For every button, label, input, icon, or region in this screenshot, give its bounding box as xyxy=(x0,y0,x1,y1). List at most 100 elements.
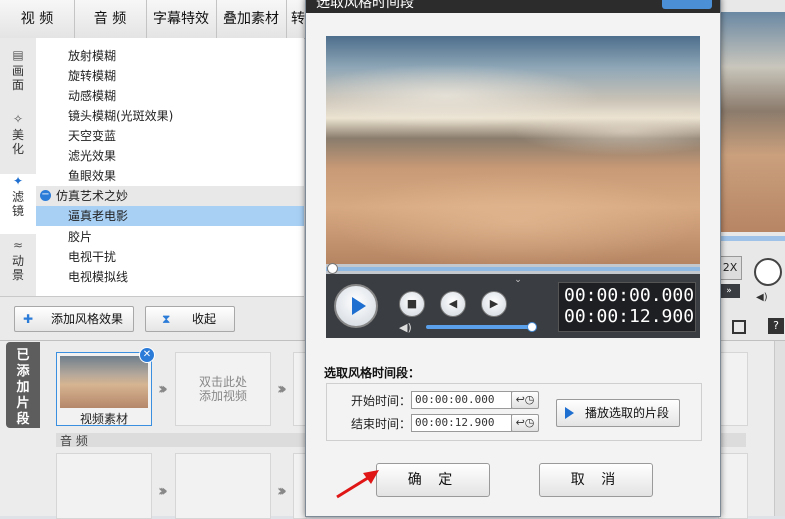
tab-subtitle-effects[interactable]: 字幕特效 xyxy=(146,0,217,38)
effect-item[interactable]: 动感模糊 xyxy=(68,86,116,106)
effect-item[interactable]: 旋转模糊 xyxy=(68,66,116,86)
play-button[interactable] xyxy=(334,284,378,328)
video-progress-bar[interactable]: ⌄ xyxy=(326,263,700,285)
add-wand-icon: ✚ xyxy=(23,312,34,326)
clock-icon: ↩◷ xyxy=(515,393,535,406)
audio-slot[interactable] xyxy=(56,453,152,519)
effect-item[interactable]: 放射模糊 xyxy=(68,46,116,66)
picture-icon: ▤ xyxy=(12,48,24,62)
tab-picture-label: 画面 xyxy=(11,64,24,92)
time-range-group: 开始时间： 00:00:00.000 ↩◷ 结束时间： 00:00:12.900… xyxy=(326,383,702,441)
tab-beautify-label: 美化 xyxy=(11,128,24,156)
right-panel-background: 2X » ◀) ? xyxy=(718,0,785,340)
preview-thumbnail xyxy=(720,12,785,232)
fast-forward-icon[interactable]: » xyxy=(718,284,740,298)
added-clips-tab: 已添加片段 xyxy=(6,342,40,428)
prev-frame-button[interactable]: ◀ xyxy=(440,291,466,317)
tab-picture[interactable]: ▤ 画面 xyxy=(0,48,36,92)
effect-item[interactable]: 滤光效果 xyxy=(68,146,116,166)
end-time-label: 结束时间： xyxy=(351,417,412,431)
tab-video[interactable]: 视 频 xyxy=(0,0,75,38)
progress-track xyxy=(326,267,700,271)
add-style-label: 添加风格效果 xyxy=(51,312,124,326)
right-play-icon[interactable] xyxy=(754,258,782,286)
right-slot-partial[interactable] xyxy=(718,352,748,426)
next-frame-button[interactable]: ▶ xyxy=(481,291,507,317)
next-arrow-icon: ››› xyxy=(158,481,168,500)
remove-clip-icon[interactable]: ✕ xyxy=(139,347,155,363)
select-time-dialog: 选取风格时间段 ⌄ ■ ◀ ▶ ◀) 00:00:00.000 00:00:12… xyxy=(305,0,721,517)
top-tab-bar: 视 频 音 频 字幕特效 叠加素材 转 xyxy=(0,0,310,39)
collapse-label: 收起 xyxy=(192,312,217,326)
progress-thumb[interactable] xyxy=(327,263,338,274)
add-video-slot[interactable]: 双击此处 添加视频 xyxy=(175,352,271,426)
effect-item[interactable]: 天空变蓝 xyxy=(68,126,116,146)
effect-item[interactable]: 镜头模糊(光斑效果) xyxy=(68,106,173,126)
end-time-input[interactable]: 00:00:12.900 xyxy=(411,414,512,432)
start-time-input[interactable]: 00:00:00.000 xyxy=(411,391,512,409)
pick-start-button[interactable]: ↩◷ xyxy=(511,391,539,409)
wand-sparkle-icon: ✦ xyxy=(12,174,24,188)
video-preview xyxy=(326,36,700,264)
tab-beautify[interactable]: ✧ 美化 xyxy=(0,112,36,156)
right-slot-partial[interactable] xyxy=(718,453,748,519)
tab-overlay-material[interactable]: 叠加素材 xyxy=(216,0,287,38)
add-video-hint: 双击此处 添加视频 xyxy=(198,375,247,403)
tab-audio[interactable]: 音 频 xyxy=(74,0,147,38)
tab-motion-label: 动景 xyxy=(11,254,24,282)
play-selection-button[interactable]: 播放选取的片段 xyxy=(556,399,680,427)
add-style-button[interactable]: ✚ 添加风格效果 xyxy=(14,306,134,332)
video-clip-slot[interactable]: 视频素材 ✕ xyxy=(56,347,155,426)
volume-thumb[interactable] xyxy=(527,322,537,332)
effect-button-bar: ✚ 添加风格效果 ⧗ 收起 xyxy=(0,296,304,341)
magic-wand-icon: ✧ xyxy=(12,112,24,126)
effect-selected-label: 逼真老电影 xyxy=(68,209,129,223)
effect-item[interactable]: 电视干扰 xyxy=(68,247,116,267)
audio-track-label: 音 频 xyxy=(60,434,88,448)
play-icon xyxy=(565,407,574,419)
tab-filter[interactable]: ✦ 滤镜 xyxy=(0,174,36,234)
right-progress xyxy=(718,236,785,241)
close-button[interactable] xyxy=(662,0,712,9)
section-title: 选取风格时间段： xyxy=(324,366,421,380)
video-clip-label: 视频素材 xyxy=(79,412,128,426)
pick-end-button[interactable]: ↩◷ xyxy=(511,414,539,432)
dialog-titlebar: 选取风格时间段 xyxy=(306,0,720,13)
volume-slider[interactable] xyxy=(426,322,537,332)
right-volume-icon[interactable]: ◀) xyxy=(756,292,768,303)
volume-icon[interactable]: ◀) xyxy=(399,321,412,334)
effect-group-header[interactable]: − 仿真艺术之妙 xyxy=(36,186,304,206)
effect-item[interactable]: 鱼眼效果 xyxy=(68,166,116,186)
clock-icon: ↩◷ xyxy=(515,416,535,429)
video-frame xyxy=(326,36,700,264)
effect-item[interactable]: 电视模拟线 xyxy=(68,267,128,287)
next-arrow-icon: ››› xyxy=(158,379,168,398)
save-icon[interactable] xyxy=(732,320,746,334)
play-icon xyxy=(352,297,366,315)
stop-button[interactable]: ■ xyxy=(399,291,425,317)
time-display: 00:00:00.000 00:00:12.900 xyxy=(558,282,696,332)
step-back-icon: ◀ xyxy=(448,297,458,310)
total-time: 00:00:12.900 xyxy=(564,306,695,327)
collapse-minus-icon[interactable]: − xyxy=(40,190,51,201)
collapse-button[interactable]: ⧗ 收起 xyxy=(145,306,235,332)
ok-button[interactable]: 确 定 xyxy=(376,463,490,497)
help-icon[interactable]: ? xyxy=(768,318,784,334)
stop-icon: ■ xyxy=(406,297,418,310)
audio-slot[interactable] xyxy=(175,453,271,519)
timeline-scrollbar[interactable] xyxy=(774,341,785,516)
next-arrow-icon: ››› xyxy=(277,481,287,500)
collapse-icon: ⧗ xyxy=(162,312,171,326)
speed-button[interactable]: 2X xyxy=(718,256,742,280)
effect-item-selected[interactable]: 逼真老电影 xyxy=(36,206,304,226)
current-time: 00:00:00.000 xyxy=(564,285,695,306)
effect-item[interactable]: 胶片 xyxy=(68,227,92,247)
added-clips-label: 已添加片段 xyxy=(16,348,30,427)
wave-icon: ≈ xyxy=(12,238,24,252)
play-selection-label: 播放选取的片段 xyxy=(585,406,670,420)
cancel-button[interactable]: 取 消 xyxy=(539,463,653,497)
tab-motion[interactable]: ≈ 动景 xyxy=(0,238,36,282)
chevron-down-icon[interactable]: ⌄ xyxy=(506,274,530,285)
next-arrow-icon: ››› xyxy=(277,379,287,398)
effect-list: 放射模糊 旋转模糊 动感模糊 镜头模糊(光斑效果) 天空变蓝 滤光效果 鱼眼效果… xyxy=(36,38,304,296)
